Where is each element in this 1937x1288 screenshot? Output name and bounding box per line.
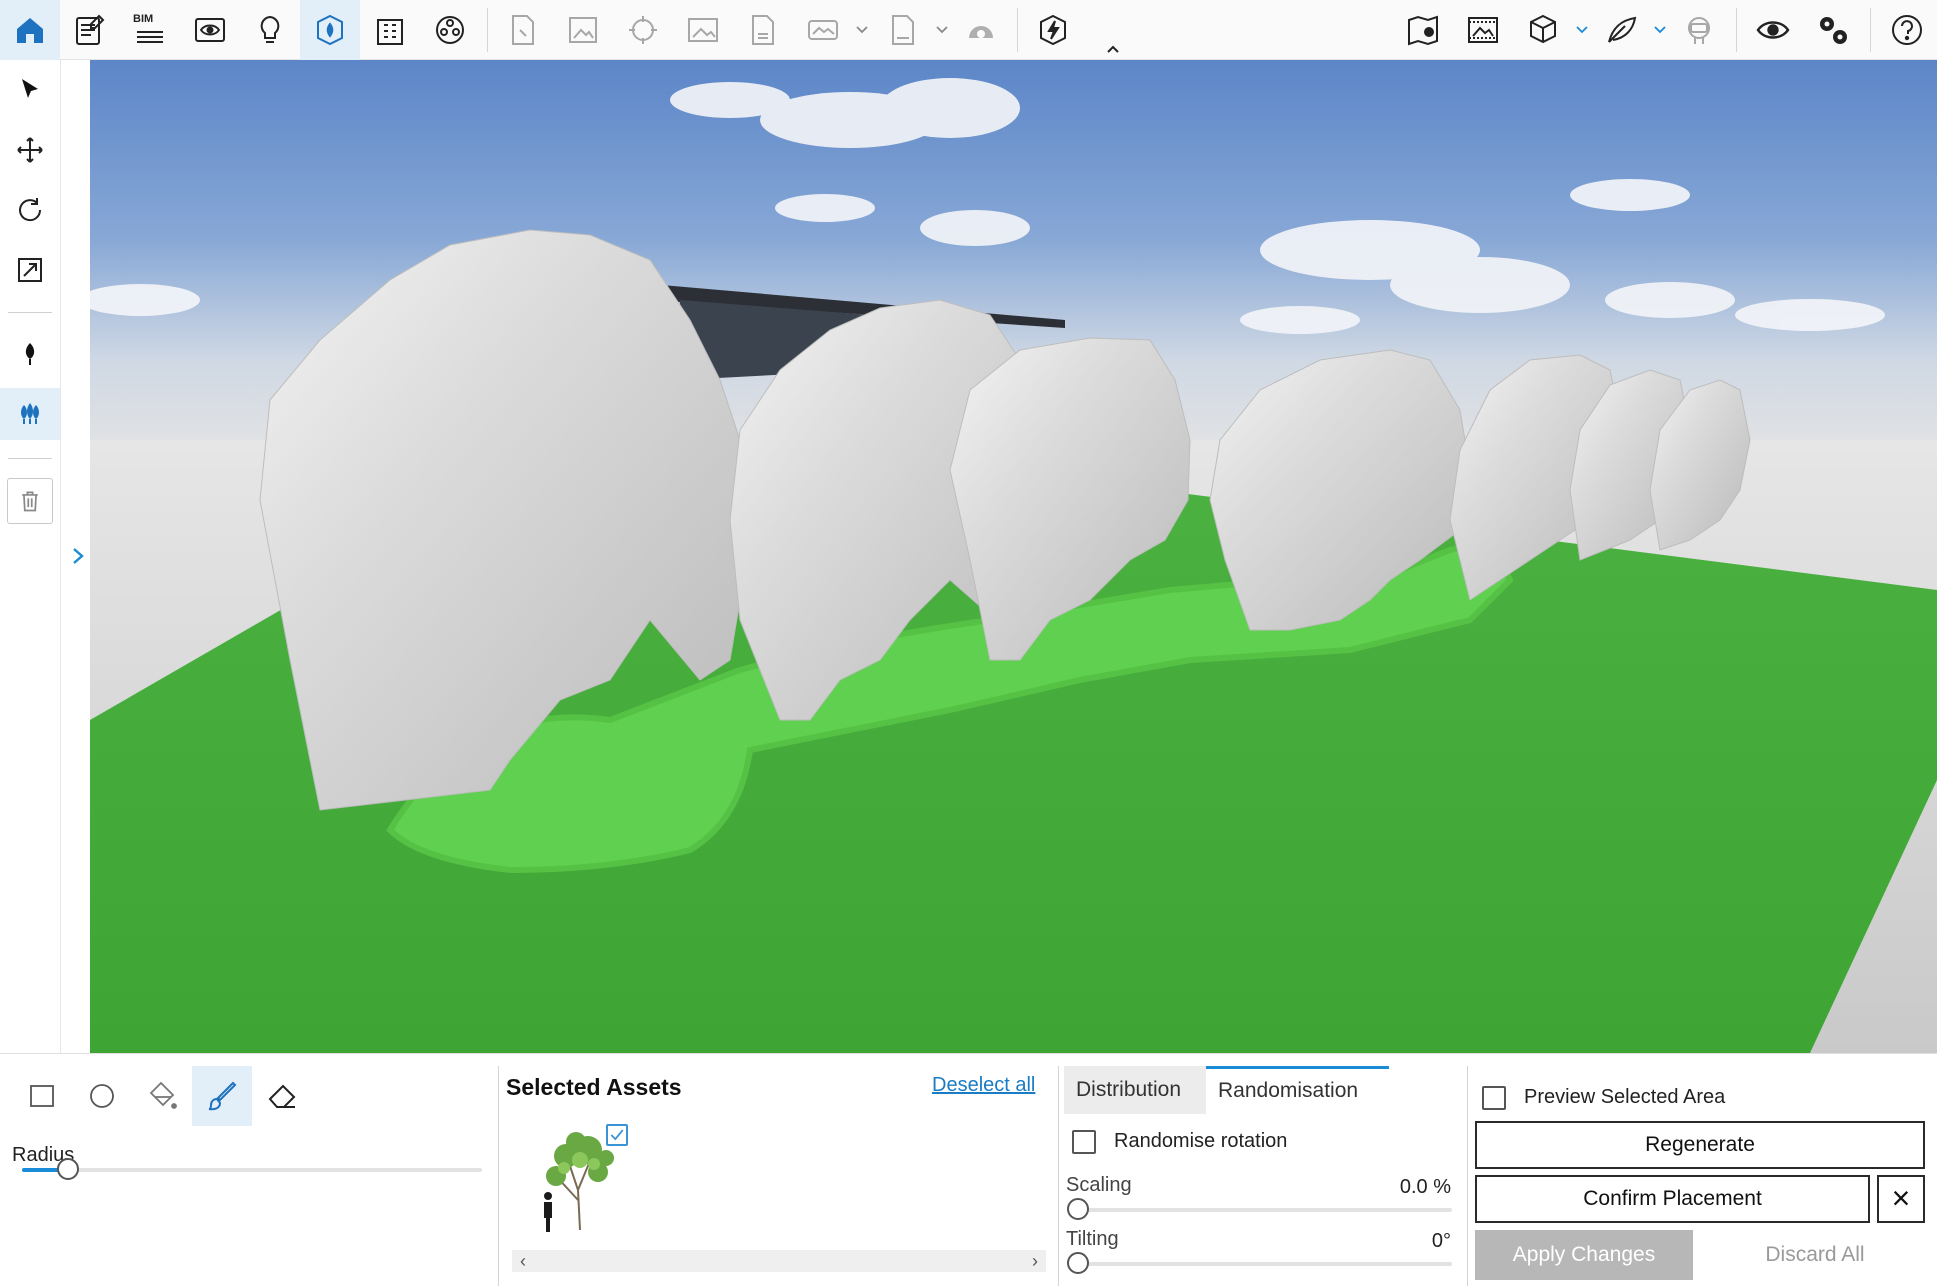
assets-scrollbar[interactable]: ‹ › [512, 1250, 1046, 1272]
document-export-icon[interactable] [733, 0, 793, 60]
image-render-icon[interactable] [553, 0, 613, 60]
left-tool-sidebar [0, 60, 61, 1053]
building-icon[interactable] [360, 0, 420, 60]
discard-all-button[interactable]: Discard All [1700, 1230, 1930, 1280]
tilting-slider-thumb[interactable] [1067, 1252, 1089, 1274]
bim-icon[interactable] [120, 0, 180, 60]
preview-selected-area-checkbox[interactable] [1482, 1086, 1506, 1110]
cube-view-icon[interactable] [1513, 0, 1573, 60]
scroll-left-button[interactable]: ‹ [512, 1250, 534, 1272]
single-tree-icon[interactable] [0, 328, 60, 380]
map-location-icon[interactable] [1393, 0, 1453, 60]
home-icon[interactable] [0, 0, 60, 60]
settings-icon[interactable] [1803, 0, 1863, 60]
picture-icon[interactable] [673, 0, 733, 60]
chevron-down-icon[interactable] [1653, 22, 1667, 36]
exe-export-icon[interactable] [873, 0, 933, 60]
scatter-vegetation-icon[interactable] [0, 388, 60, 440]
asset-checkbox[interactable] [606, 1124, 628, 1146]
scaling-slider[interactable] [1076, 1208, 1452, 1212]
scaling-value: 0.0 % [1399, 1176, 1451, 1198]
lightning-icon[interactable] [1023, 0, 1083, 60]
texture-image-icon[interactable] [1453, 0, 1513, 60]
rectangle-select-icon[interactable] [12, 1066, 72, 1126]
radius-slider-thumb[interactable] [57, 1158, 79, 1180]
tilting-slider[interactable] [1076, 1262, 1452, 1266]
panorama-icon[interactable] [613, 0, 673, 60]
select-tool-icon[interactable] [0, 64, 60, 116]
move-tool-icon[interactable] [0, 124, 60, 176]
circle-select-icon[interactable] [72, 1066, 132, 1126]
confirm-placement-button[interactable]: Confirm Placement [1475, 1175, 1870, 1223]
3d-viewport[interactable] [90, 60, 1937, 1053]
randomise-rotation-checkbox[interactable] [1072, 1130, 1096, 1154]
chevron-down-icon[interactable] [855, 22, 869, 36]
delete-button[interactable] [7, 478, 53, 524]
paint-bucket-icon[interactable] [132, 1066, 192, 1126]
close-icon[interactable]: × [1877, 1175, 1925, 1223]
chevron-down-icon[interactable] [935, 22, 949, 36]
radius-slider[interactable] [22, 1168, 482, 1172]
selected-assets-title: Selected Assets [506, 1074, 682, 1100]
brush-icon[interactable] [192, 1066, 252, 1126]
material-icon[interactable] [420, 0, 480, 60]
lighting-icon[interactable] [240, 0, 300, 60]
feather-icon[interactable] [1591, 0, 1651, 60]
scaling-label: Scaling [1066, 1174, 1132, 1196]
project-info-icon[interactable] [60, 0, 120, 60]
visibility-icon[interactable] [1743, 0, 1803, 60]
preview-icon[interactable] [180, 0, 240, 60]
360-render-icon[interactable] [793, 0, 853, 60]
apply-changes-button[interactable]: Apply Changes [1475, 1230, 1693, 1280]
regenerate-button[interactable]: Regenerate [1475, 1121, 1925, 1169]
scaling-slider-thumb[interactable] [1067, 1198, 1089, 1220]
scroll-right-button[interactable]: › [1024, 1250, 1046, 1272]
scale-tool-icon[interactable] [0, 244, 60, 296]
bim-label: BIM [133, 13, 154, 25]
randomise-rotation-label: Randomise rotation [1114, 1130, 1288, 1152]
tab-randomisation[interactable]: Randomisation [1206, 1066, 1389, 1114]
top-toolbar: BIM [0, 0, 1937, 60]
scatter-settings-panel: Radius Selected Assets Deselect all ‹ › … [0, 1053, 1937, 1288]
vr-headset-icon[interactable] [1669, 0, 1729, 60]
export-icon[interactable] [493, 0, 553, 60]
cloud-share-icon[interactable] [951, 0, 1011, 60]
preview-selected-area-label: Preview Selected Area [1524, 1086, 1726, 1108]
collapse-caret-icon[interactable] [1106, 42, 1120, 56]
scene-render [90, 60, 1937, 1053]
eraser-icon[interactable] [252, 1066, 312, 1126]
check-icon [610, 1129, 624, 1141]
deselect-all-link[interactable]: Deselect all [932, 1074, 1035, 1097]
expand-panel-chevron-icon[interactable] [68, 544, 88, 568]
tilting-value: 0° [1431, 1230, 1451, 1252]
rotate-tool-icon[interactable] [0, 184, 60, 236]
vegetation-scatter-icon[interactable] [300, 0, 360, 60]
trash-icon [22, 491, 38, 512]
chevron-down-icon[interactable] [1575, 22, 1589, 36]
tab-distribution[interactable]: Distribution [1064, 1066, 1206, 1114]
help-icon[interactable] [1877, 0, 1937, 60]
tilting-label: Tilting [1066, 1228, 1119, 1250]
